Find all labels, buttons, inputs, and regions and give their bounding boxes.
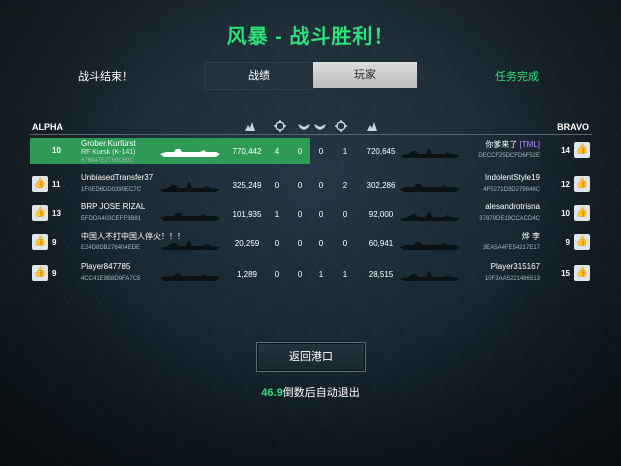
table-row: 👍 11 UnbiasedTransfer37 1F0ED6DD0390EC7C 325… xyxy=(30,172,592,198)
thumbs-up-icon[interactable]: 👍 xyxy=(32,234,48,250)
alpha-score: 101,935 xyxy=(232,210,262,219)
player-id: 4F5271D3D279848C xyxy=(483,187,540,193)
alpha-score: 325,249 xyxy=(232,181,262,190)
countdown-text: 倒数后自动退出 xyxy=(282,387,360,399)
player-name[interactable]: Player315167 xyxy=(491,262,540,271)
thumbs-up-icon[interactable]: 👍 xyxy=(574,234,590,250)
thumbs-up-icon[interactable]: 👍 xyxy=(574,176,590,192)
player-rank: 10 xyxy=(561,209,570,218)
tab-players[interactable]: 玩家 xyxy=(313,62,417,88)
player-name[interactable]: 你爹来了 [TML] xyxy=(485,139,540,150)
player-id: 37879DE19CCACD4C xyxy=(479,216,540,222)
player-rank: 13 xyxy=(52,209,61,218)
player-rank: 9 xyxy=(52,269,57,278)
ship-silhouette xyxy=(400,209,460,221)
bravo-assists: 1 xyxy=(342,147,348,156)
table-header-divider xyxy=(30,134,592,135)
player-name[interactable]: IndolentStyle19 xyxy=(485,173,540,182)
player-ship-name: RF Kursk (K-141) xyxy=(81,149,136,156)
crosshair-icon xyxy=(334,119,348,133)
ship-silhouette xyxy=(160,238,220,250)
ship-silhouette xyxy=(160,269,220,281)
thumbs-up-icon[interactable]: 👍 xyxy=(32,176,48,192)
bravo-score: 302,286 xyxy=(366,181,396,190)
mission-complete-label: 任务完成 xyxy=(495,71,539,83)
ship-silhouette xyxy=(160,180,220,192)
player-id: 10F3AA5221486513 xyxy=(484,276,540,282)
table-row: 👍 9 中国人不打中国人停火！！！ E24D8DB276404EDE 20,259 0 0 0… xyxy=(30,230,592,256)
clan-tag: [TML] xyxy=(519,140,540,149)
team-bravo-label: BRAVO xyxy=(557,122,589,132)
player-id: DECCF25DCFD6F52E xyxy=(478,153,540,159)
thumbs-up-icon[interactable]: 👍 xyxy=(32,265,48,281)
player-id: 676947E2758C69C xyxy=(81,158,134,164)
player-name-text: IndolentStyle19 xyxy=(484,173,540,182)
bravo-assists: 0 xyxy=(342,210,348,219)
bravo-assists: 2 xyxy=(342,181,348,190)
wings-icon xyxy=(297,119,311,133)
player-name[interactable]: UnbiasedTransfer37 xyxy=(81,173,153,182)
player-name[interactable]: BRP JOSE RIZAL xyxy=(81,202,145,211)
tab-stats[interactable]: 战绩 xyxy=(204,62,314,90)
thumbs-up-icon[interactable]: 👍 xyxy=(574,265,590,281)
player-name-text: 你爹来了 xyxy=(485,140,518,149)
page-title: 风暴 - 战斗胜利！ xyxy=(226,26,395,48)
player-name[interactable]: alesandrotrisna xyxy=(485,202,540,211)
table-row: 👍 9 Player847785 4CC41E9B8D9FA7C5 1,289 0 0 1 1 2… xyxy=(30,261,592,287)
player-id: 3EA5A4FE54217E17 xyxy=(482,245,540,251)
player-name-text: 烨 李 xyxy=(521,232,540,241)
bravo-score: 60,941 xyxy=(368,239,394,248)
player-id: E24D8DB276404EDE xyxy=(81,245,141,251)
bravo-assists: 1 xyxy=(342,270,348,279)
ship-silhouette xyxy=(400,238,460,250)
return-to-port-button[interactable]: 返回港口 xyxy=(256,342,366,372)
bravo-assists: 0 xyxy=(342,239,348,248)
player-name-text: alesandrotrisna xyxy=(485,202,540,211)
player-name[interactable]: 烨 李 xyxy=(522,231,540,242)
ship-silhouette xyxy=(400,180,460,192)
bravo-score: 92,000 xyxy=(368,210,394,219)
wings-icon xyxy=(313,119,327,133)
auto-exit-countdown: 46.9倒数后自动退出 xyxy=(0,384,621,400)
damage-icon xyxy=(365,119,379,133)
player-rank: 11 xyxy=(52,180,61,189)
player-id: 1F0ED6DD0390EC7C xyxy=(81,187,142,193)
player-rank: 10 xyxy=(52,146,61,155)
player-rank: 15 xyxy=(561,269,570,278)
crosshair-icon xyxy=(273,119,287,133)
thumbs-up-icon[interactable]: 👍 xyxy=(574,205,590,221)
bravo-score: 28,515 xyxy=(368,270,394,279)
thumbs-up-icon[interactable]: 👍 xyxy=(32,205,48,221)
thumbs-up-icon[interactable]: 👍 xyxy=(574,142,590,158)
player-name[interactable]: Player847785 xyxy=(81,262,130,271)
battle-over-label: 战斗结束！ xyxy=(78,71,133,83)
player-rank: 12 xyxy=(561,180,570,189)
ship-silhouette xyxy=(400,269,460,281)
countdown-seconds: 46.9 xyxy=(261,387,283,399)
damage-icon xyxy=(243,119,257,133)
player-id: EFDDA403CEFF3B81 xyxy=(81,216,142,222)
table-row: 👍 10 Grober.KurfürstRF Kursk (K-141) 676947… xyxy=(30,138,592,164)
player-rank: 9 xyxy=(52,238,57,247)
ship-silhouette xyxy=(160,145,220,157)
ship-silhouette xyxy=(400,146,460,158)
team-alpha-label: ALPHA xyxy=(32,122,63,132)
alpha-score: 20,259 xyxy=(234,239,260,248)
ship-silhouette xyxy=(160,209,220,221)
alpha-score: 770,442 xyxy=(232,147,262,156)
player-id: 4CC41E9B8D9FA7C5 xyxy=(81,276,141,282)
table-row: 👍 13 BRP JOSE RIZAL EFDDA403CEFF3B81 101,935… xyxy=(30,201,592,227)
alpha-score: 1,289 xyxy=(236,270,258,279)
player-name[interactable]: Grober.Kurfürst xyxy=(81,139,136,148)
player-rank: 14 xyxy=(561,146,570,155)
player-name-text: Player315167 xyxy=(490,262,540,271)
bravo-score: 720,645 xyxy=(366,147,396,156)
player-rank: 9 xyxy=(565,238,570,247)
